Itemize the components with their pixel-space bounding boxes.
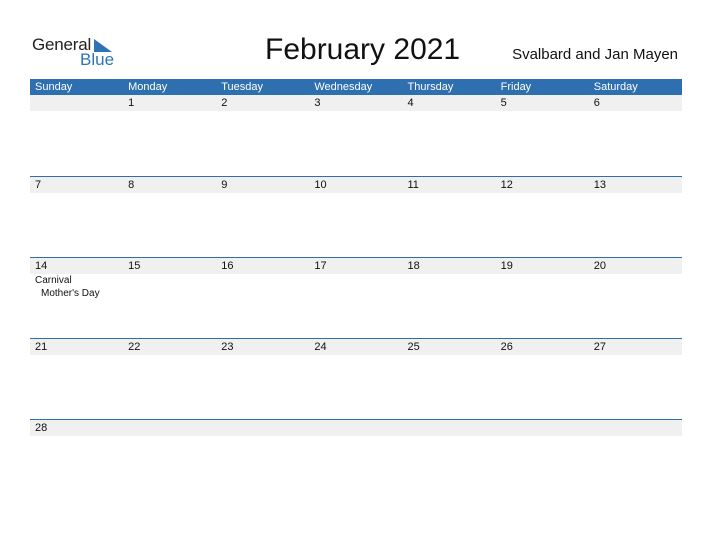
week-row: 21 22 23 24 25 26 27 xyxy=(30,338,682,419)
day-number: 28 xyxy=(35,422,48,434)
day-cell xyxy=(216,274,309,300)
day-number: 9 xyxy=(221,179,228,191)
day-number: 2 xyxy=(221,97,228,109)
day-number: 17 xyxy=(314,260,327,272)
calendar-grid: Sunday Monday Tuesday Wednesday Thursday… xyxy=(30,79,682,500)
date-number-row: 14 15 16 17 18 19 20 xyxy=(30,258,682,274)
day-cell xyxy=(589,274,682,300)
day-number: 24 xyxy=(314,341,327,353)
day-number: 14 xyxy=(35,260,48,272)
day-number: 6 xyxy=(593,97,600,109)
weekday-monday: Monday xyxy=(128,81,168,93)
day-cell xyxy=(403,274,496,300)
day-cell xyxy=(123,274,216,300)
events-row: Carnival Mother's Day xyxy=(30,274,682,300)
day-number: 21 xyxy=(35,341,48,353)
day-number xyxy=(496,420,589,436)
generalblue-logo: General Blue xyxy=(32,35,122,69)
weekday-thursday: Thursday xyxy=(407,81,454,93)
day-number xyxy=(30,95,123,111)
day-number: 26 xyxy=(500,341,513,353)
day-number: 16 xyxy=(221,260,234,272)
weekday-tuesday: Tuesday xyxy=(221,81,264,93)
date-number-row: 1 2 3 4 5 6 xyxy=(30,95,682,111)
weekday-wednesday: Wednesday xyxy=(314,81,373,93)
week-row: 7 8 9 10 11 12 13 xyxy=(30,176,682,257)
day-cell xyxy=(309,274,402,300)
holiday-event: Carnival xyxy=(35,275,72,286)
day-number: 11 xyxy=(407,179,419,191)
date-number-row: 28 xyxy=(30,420,682,436)
page-title: February 2021 xyxy=(265,33,461,66)
day-number xyxy=(403,420,496,436)
day-number: 18 xyxy=(407,260,420,272)
day-number xyxy=(309,420,402,436)
day-number: 23 xyxy=(221,341,234,353)
day-number: 8 xyxy=(128,179,135,191)
day-number: 13 xyxy=(593,179,606,191)
weekday-saturday: Saturday xyxy=(593,81,638,93)
day-number: 4 xyxy=(407,97,414,109)
day-number: 20 xyxy=(593,260,606,272)
day-number: 7 xyxy=(35,179,42,191)
day-number: 12 xyxy=(500,179,513,191)
date-number-row: 21 22 23 24 25 26 27 xyxy=(30,339,682,355)
day-number: 27 xyxy=(593,341,606,353)
date-number-row: 7 8 9 10 11 12 13 xyxy=(30,177,682,193)
logo-text-blue: Blue xyxy=(80,50,115,69)
day-number: 25 xyxy=(407,341,420,353)
week-row: 1 2 3 4 5 6 xyxy=(30,95,682,176)
day-number xyxy=(216,420,309,436)
day-number: 10 xyxy=(314,179,327,191)
day-number: 5 xyxy=(500,97,507,109)
holiday-event: Mother's Day xyxy=(41,288,100,299)
day-number: 22 xyxy=(128,341,141,353)
weekday-friday: Friday xyxy=(500,81,532,93)
day-number: 15 xyxy=(128,260,141,272)
day-number: 19 xyxy=(500,260,513,272)
week-row: 14 15 16 17 18 19 20 Carnival Mother's Day xyxy=(30,257,682,338)
day-number xyxy=(589,420,682,436)
day-cell xyxy=(496,274,589,300)
weekday-header: Sunday Monday Tuesday Wednesday Thursday… xyxy=(30,79,682,95)
day-cell: Carnival Mother's Day xyxy=(30,274,123,300)
region-label: Svalbard and Jan Mayen xyxy=(512,46,678,63)
weekday-sunday: Sunday xyxy=(35,81,73,93)
day-number xyxy=(123,420,216,436)
week-row: 28 xyxy=(30,419,682,500)
day-number: 1 xyxy=(128,97,135,109)
day-number: 3 xyxy=(314,97,321,109)
